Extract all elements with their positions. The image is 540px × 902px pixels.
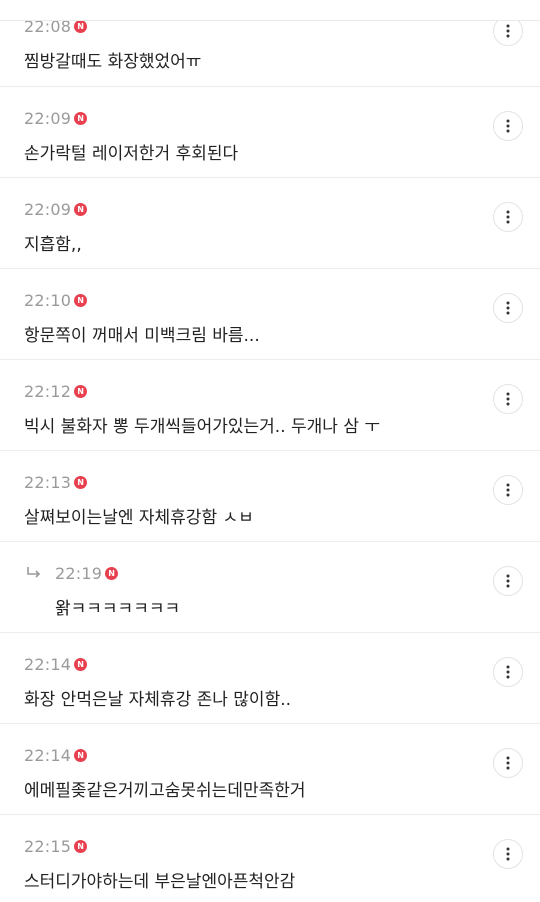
new-badge-icon: N <box>74 293 88 307</box>
comment-meta: 22:14 N <box>24 654 88 674</box>
new-badge-icon: N <box>74 384 88 398</box>
more-options-button[interactable] <box>493 657 523 687</box>
comment-time: 22:13 <box>24 472 72 492</box>
comment-time: 22:10 <box>24 290 72 310</box>
more-options-button[interactable] <box>493 566 523 596</box>
more-options-button[interactable] <box>493 202 523 232</box>
more-vertical-icon <box>506 301 510 315</box>
comment-list: 22:08 N 찜방갈때도 화장했었어ㅠ 22:09 N 손가락털 레이저한거 … <box>0 0 540 902</box>
comment-item: 22:09 N 손가락털 레이저한거 후회된다 <box>0 87 540 178</box>
comment-meta: 22:19 N <box>55 563 119 583</box>
top-bar <box>0 0 540 21</box>
comment-item: 22:10 N 항문쪽이 꺼매서 미백크림 바름... <box>0 269 540 360</box>
comment-text: 에메필좆같은거끼고숨못쉬는데만족한거 <box>24 781 306 801</box>
comment-time: 22:14 <box>24 745 72 765</box>
more-vertical-icon <box>506 119 510 133</box>
comment-time: 22:19 <box>55 563 103 583</box>
more-options-button[interactable] <box>493 475 523 505</box>
more-vertical-icon <box>506 847 510 861</box>
comment-meta: 22:14 N <box>24 745 88 765</box>
comment-text: 항문쪽이 꺼매서 미백크림 바름... <box>24 326 260 346</box>
more-options-button[interactable] <box>493 748 523 778</box>
comment-time: 22:14 <box>24 654 72 674</box>
comment-text: 지흡함,, <box>24 235 82 255</box>
comment-meta: 22:09 N <box>24 108 88 128</box>
reply-item: 22:19 N 왉ㅋㅋㅋㅋㅋㅋㅋ <box>0 542 540 633</box>
more-vertical-icon <box>506 574 510 588</box>
comment-text: 살쪄보이는날엔 자체휴강함 ㅅㅂ <box>24 508 254 528</box>
new-badge-icon: N <box>74 748 88 762</box>
new-badge-icon: N <box>74 475 88 489</box>
more-vertical-icon <box>506 665 510 679</box>
comment-item: 22:13 N 살쪄보이는날엔 자체휴강함 ㅅㅂ <box>0 451 540 542</box>
comment-item: 22:09 N 지흡함,, <box>0 178 540 269</box>
more-options-button[interactable] <box>493 293 523 323</box>
new-badge-icon: N <box>74 202 88 216</box>
comment-item: 22:12 N 빅시 불화자 뽕 두개씩들어가있는거.. 두개나 삼 ㅜ <box>0 360 540 451</box>
new-badge-icon: N <box>74 657 88 671</box>
comment-time: 22:09 <box>24 199 72 219</box>
comment-item: 22:15 N 스터디가야하는데 부은날엔아픈척안감 <box>0 815 540 902</box>
new-badge-icon: N <box>74 19 88 33</box>
more-options-button[interactable] <box>493 111 523 141</box>
comment-text: 찜방갈때도 화장했었어ㅠ <box>24 52 202 72</box>
more-vertical-icon <box>506 210 510 224</box>
more-options-button[interactable] <box>493 839 523 869</box>
more-vertical-icon <box>506 392 510 406</box>
comment-text: 빅시 불화자 뽕 두개씩들어가있는거.. 두개나 삼 ㅜ <box>24 417 381 437</box>
reply-arrow-icon <box>27 567 41 578</box>
comment-page: 22:08 N 찜방갈때도 화장했었어ㅠ 22:09 N 손가락털 레이저한거 … <box>0 0 540 902</box>
comment-item: 22:14 N 에메필좆같은거끼고숨못쉬는데만족한거 <box>0 724 540 815</box>
more-vertical-icon <box>506 24 510 38</box>
comment-meta: 22:12 N <box>24 381 88 401</box>
new-badge-icon: N <box>105 566 119 580</box>
comment-text: 왉ㅋㅋㅋㅋㅋㅋㅋ <box>55 599 181 619</box>
comment-text: 화장 안먹은날 자체휴강 존나 많이함.. <box>24 690 292 710</box>
comment-meta: 22:09 N <box>24 199 88 219</box>
more-vertical-icon <box>506 756 510 770</box>
comment-item: 22:14 N 화장 안먹은날 자체휴강 존나 많이함.. <box>0 633 540 724</box>
comment-meta: 22:15 N <box>24 836 88 856</box>
comment-time: 22:12 <box>24 381 72 401</box>
comment-meta: 22:13 N <box>24 472 88 492</box>
comment-time: 22:15 <box>24 836 72 856</box>
comment-text: 스터디가야하는데 부은날엔아픈척안감 <box>24 872 296 892</box>
comment-meta: 22:10 N <box>24 290 88 310</box>
comment-text: 손가락털 레이저한거 후회된다 <box>24 144 239 164</box>
new-badge-icon: N <box>74 111 88 125</box>
more-vertical-icon <box>506 483 510 497</box>
comment-time: 22:09 <box>24 108 72 128</box>
more-options-button[interactable] <box>493 384 523 414</box>
new-badge-icon: N <box>74 839 88 853</box>
